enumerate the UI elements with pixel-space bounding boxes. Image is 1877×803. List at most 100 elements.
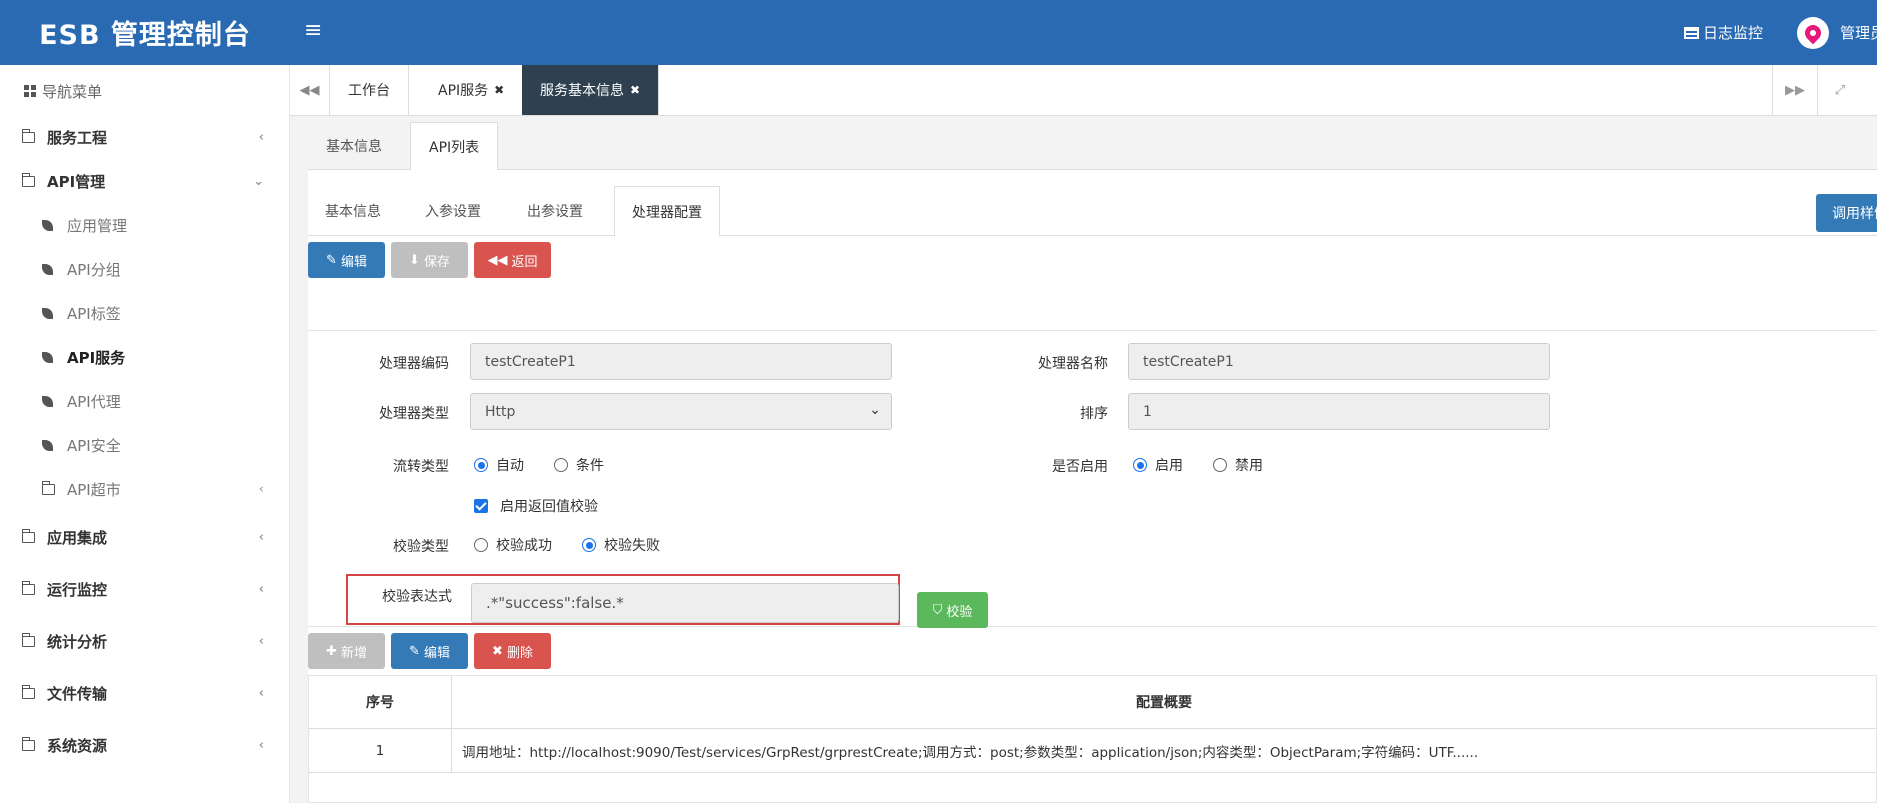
table-edit-button[interactable]: ✎ 编辑 bbox=[391, 633, 468, 669]
back-button[interactable]: ◀◀ 返回 bbox=[474, 242, 551, 278]
sidebar-item-api-management[interactable]: API管理 ⌄ bbox=[0, 161, 290, 201]
config-table: 序号 配置概要 1 调用地址：http://localhost:9090/Tes… bbox=[308, 675, 1877, 803]
return-check-checkbox[interactable] bbox=[474, 499, 488, 513]
tab-output-params[interactable]: 出参设置 bbox=[510, 186, 600, 236]
sidebar-item-system-resources[interactable]: 系统资源 ‹ bbox=[0, 725, 290, 765]
tab-label: 处理器配置 bbox=[632, 204, 702, 221]
log-monitor-link[interactable]: 日志监控 bbox=[1684, 22, 1763, 43]
edit-icon: ✎ bbox=[326, 252, 337, 268]
sidebar-item-api-group[interactable]: API分组 bbox=[0, 249, 290, 289]
chevron-down-icon: ⌄ bbox=[869, 402, 881, 418]
flow-type-condition-radio[interactable] bbox=[554, 458, 568, 472]
enabled-off-label: 禁用 bbox=[1235, 458, 1263, 474]
folder-icon bbox=[21, 172, 35, 187]
check-type-radio-group: 校验成功 校验失败 bbox=[474, 535, 660, 555]
check-type-success-label: 校验成功 bbox=[496, 538, 552, 554]
location-pin-icon bbox=[1801, 21, 1825, 45]
tab-processor-config[interactable]: 处理器配置 bbox=[614, 186, 720, 237]
delete-button-label: 删除 bbox=[506, 645, 533, 661]
column-header-index: 序号 bbox=[309, 676, 452, 729]
user-name[interactable]: 管理员 bbox=[1840, 22, 1877, 43]
sidebar-item-label: 运行监控 bbox=[47, 580, 108, 599]
sidebar-item-api-service[interactable]: API服务 bbox=[0, 337, 290, 377]
back-button-label: 返回 bbox=[511, 254, 538, 270]
page-tab-strip: ◀◀ 工作台 API服务 ✖ 服务基本信息 ✖ ▶▶ ⤢ bbox=[290, 65, 1877, 116]
check-expression-label: 校验表达式 bbox=[382, 589, 452, 605]
flow-type-auto-radio[interactable] bbox=[474, 458, 488, 472]
sidebar-item-label: API代理 bbox=[67, 392, 121, 411]
edit-button[interactable]: ✎ 编辑 bbox=[308, 242, 385, 278]
check-type-success-radio[interactable] bbox=[474, 538, 488, 552]
tab-basic-info[interactable]: 基本信息 bbox=[308, 122, 400, 170]
chevron-left-icon: ‹ bbox=[258, 481, 264, 497]
fullscreen-icon[interactable]: ⤢ bbox=[1817, 65, 1862, 115]
leaf-icon bbox=[42, 395, 53, 407]
avatar[interactable] bbox=[1797, 17, 1829, 49]
enabled-off-radio[interactable] bbox=[1213, 458, 1227, 472]
tab-basic-info-sub[interactable]: 基本信息 bbox=[308, 186, 398, 236]
leaf-icon bbox=[42, 263, 53, 275]
sidebar-item-run-monitor[interactable]: 运行监控 ‹ bbox=[0, 569, 290, 609]
sidebar-item-api-tag[interactable]: API标签 bbox=[0, 293, 290, 333]
table-edit-button-label: 编辑 bbox=[423, 645, 450, 661]
chevron-left-icon: ‹ bbox=[258, 737, 264, 753]
save-button-label: 保存 bbox=[423, 254, 450, 270]
sidebar-item-app-integration[interactable]: 应用集成 ‹ bbox=[0, 517, 290, 557]
leaf-icon bbox=[42, 307, 53, 319]
list-icon bbox=[1684, 26, 1699, 39]
tab-input-params[interactable]: 入参设置 bbox=[408, 186, 498, 236]
sidebar-item-api-security[interactable]: API安全 bbox=[0, 425, 290, 465]
processor-type-label: 处理器类型 bbox=[379, 406, 449, 422]
sidebar-item-file-transfer[interactable]: 文件传输 ‹ bbox=[0, 673, 290, 713]
download-icon: ⬇ bbox=[409, 252, 420, 268]
folder-icon bbox=[21, 128, 35, 143]
check-expression-textarea[interactable]: .*"success":false.* bbox=[471, 583, 899, 623]
check-type-fail-label: 校验失败 bbox=[604, 538, 660, 554]
processor-type-select[interactable]: Http ⌄ bbox=[470, 393, 892, 430]
chevron-left-icon: ‹ bbox=[258, 529, 264, 545]
sidebar-item-api-proxy[interactable]: API代理 bbox=[0, 381, 290, 421]
sidebar-item-label: API安全 bbox=[67, 436, 121, 455]
page-tab-api-service[interactable]: API服务 ✖ bbox=[420, 65, 524, 115]
table-cell-summary[interactable]: 调用地址：http://localhost:9090/Test/services… bbox=[452, 729, 1876, 773]
sidebar-item-api-market[interactable]: API超市 ‹ bbox=[0, 469, 290, 509]
close-icon[interactable]: ✖ bbox=[630, 83, 640, 97]
nav-header-label: 导航菜单 bbox=[42, 82, 103, 101]
edit-icon: ✎ bbox=[409, 643, 420, 659]
main-content: 基本信息 API列表 基本信息 入参设置 出参设置 处理器配置 调用样例 ✎ 编… bbox=[290, 116, 1877, 803]
leaf-icon bbox=[42, 439, 53, 451]
app-title: ESB 管理控制台 bbox=[39, 20, 251, 51]
close-icon: ✖ bbox=[492, 643, 503, 659]
order-value: 1 bbox=[1143, 403, 1152, 420]
table-cell-index[interactable]: 1 bbox=[309, 729, 452, 773]
close-icon[interactable]: ✖ bbox=[494, 83, 504, 97]
delete-button[interactable]: ✖ 删除 bbox=[474, 633, 551, 669]
tab-scroll-right-icon[interactable]: ▶▶ bbox=[1772, 65, 1817, 115]
check-button-label: 校验 bbox=[946, 604, 973, 620]
page-tab-service-info[interactable]: 服务基本信息 ✖ bbox=[522, 65, 660, 115]
call-example-button[interactable]: 调用样例 bbox=[1816, 194, 1877, 232]
page-tab-label: 工作台 bbox=[348, 83, 390, 99]
tab-scroll-left-icon[interactable]: ◀◀ bbox=[290, 65, 330, 115]
add-button[interactable]: ✚ 新增 bbox=[308, 633, 385, 669]
sidebar-item-statistics[interactable]: 统计分析 ‹ bbox=[0, 621, 290, 661]
level2-tabs: 基本信息 入参设置 出参设置 处理器配置 调用样例 bbox=[308, 186, 1877, 237]
edit-button-label: 编辑 bbox=[340, 254, 367, 270]
chevron-left-icon: ‹ bbox=[258, 581, 264, 597]
menu-toggle-icon[interactable]: ≡ bbox=[304, 18, 322, 43]
sidebar-item-service-project[interactable]: 服务工程 ‹ bbox=[0, 117, 290, 157]
page-tab-workbench[interactable]: 工作台 bbox=[330, 65, 409, 115]
page-tab-label: 服务基本信息 bbox=[540, 83, 624, 99]
check-type-fail-radio[interactable] bbox=[582, 538, 596, 552]
folder-icon bbox=[21, 684, 35, 699]
processor-code-input[interactable]: testCreateP1 bbox=[470, 343, 892, 380]
plus-icon: ✚ bbox=[326, 643, 337, 659]
order-input[interactable]: 1 bbox=[1128, 393, 1550, 430]
save-button[interactable]: ⬇ 保存 bbox=[391, 242, 468, 278]
enabled-on-radio[interactable] bbox=[1133, 458, 1147, 472]
check-button[interactable]: ⛉ 校验 bbox=[917, 592, 988, 628]
sidebar-item-label: 服务工程 bbox=[47, 128, 108, 147]
processor-name-input[interactable]: testCreateP1 bbox=[1128, 343, 1550, 380]
tab-api-list[interactable]: API列表 bbox=[410, 122, 499, 171]
sidebar-item-app-management[interactable]: 应用管理 bbox=[0, 205, 290, 245]
